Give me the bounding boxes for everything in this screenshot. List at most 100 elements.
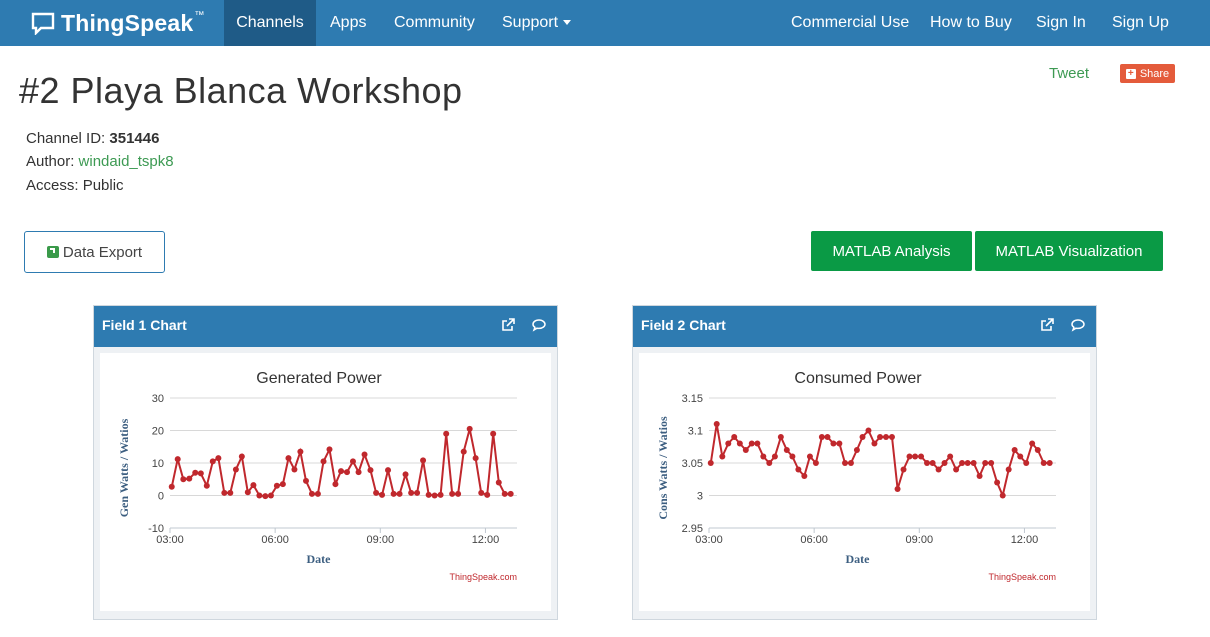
data-point (338, 468, 345, 475)
data-point (209, 458, 216, 465)
access-label: Access: (26, 177, 79, 194)
channel-id-label: Channel ID: (26, 130, 106, 147)
data-point (425, 491, 432, 498)
data-point (227, 489, 234, 496)
data-point (437, 491, 444, 498)
data-point (361, 451, 368, 458)
nav-apps[interactable]: Apps (316, 0, 380, 46)
data-point (168, 483, 175, 490)
brand-name: ThingSpeak (61, 9, 194, 36)
data-point (841, 460, 848, 466)
matlab-analysis-button[interactable]: MATLAB Analysis (811, 231, 972, 271)
data-point (731, 434, 738, 440)
export-arrow-icon (46, 246, 59, 258)
data-point (929, 460, 936, 466)
share-button[interactable]: + Share (1120, 64, 1175, 83)
data-point (349, 458, 356, 465)
data-point (1046, 460, 1053, 466)
data-point (964, 460, 971, 466)
y-tick-label: 3.05 (682, 458, 703, 470)
nav-community[interactable]: Community (380, 0, 489, 46)
data-point (238, 453, 245, 460)
data-point (818, 434, 825, 440)
data-point (1040, 460, 1047, 466)
panel-title: Field 1 Chart (102, 317, 187, 333)
chart-credit: ThingSpeak.com (449, 572, 517, 582)
data-point (279, 481, 286, 488)
data-point (824, 434, 831, 440)
caret-down-icon (563, 20, 572, 26)
data-point (501, 490, 508, 497)
data-point (1011, 447, 1018, 453)
data-point (232, 466, 239, 473)
tweet-link[interactable]: Tweet (1049, 65, 1089, 82)
data-point (192, 469, 199, 476)
data-point (871, 440, 878, 447)
data-point (865, 427, 872, 434)
y-tick-label: 3.15 (682, 393, 703, 405)
data-point (924, 460, 931, 466)
y-axis-label: Gen Watts / Watios (117, 418, 131, 517)
external-link-icon[interactable] (500, 317, 516, 333)
data-point (507, 490, 514, 497)
data-point (262, 493, 269, 500)
nav-sign-up[interactable]: Sign Up (1098, 0, 1183, 46)
channel-title: #2 Playa Blanca Workshop (19, 70, 463, 111)
data-point (883, 434, 890, 440)
external-link-icon[interactable] (1039, 317, 1055, 333)
x-axis-label: Date (846, 552, 871, 566)
data-point (484, 491, 491, 498)
data-point (906, 453, 913, 460)
data-point (1023, 460, 1030, 466)
data-point (976, 473, 983, 479)
data-point (742, 447, 749, 453)
data-point (396, 490, 403, 497)
nav-channels[interactable]: Channels (224, 0, 316, 46)
data-point (941, 460, 948, 466)
data-point (877, 434, 884, 440)
x-tick-label: 03:00 (695, 534, 723, 546)
nav-support[interactable]: Support (488, 0, 585, 46)
nav-commercial-use[interactable]: Commercial Use (777, 0, 923, 46)
data-point (912, 453, 919, 460)
access-value: Public (82, 177, 124, 194)
comment-icon[interactable] (531, 317, 547, 333)
x-tick-label: 03:00 (156, 534, 184, 546)
data-point (390, 490, 397, 497)
data-point (297, 448, 304, 455)
nav-how-to-buy[interactable]: How to Buy (916, 0, 1026, 46)
chart-title: Generated Power (256, 370, 382, 387)
thingspeak-logo[interactable]: ThingSpeak ™ (31, 7, 204, 39)
author-label: Author: (26, 153, 75, 170)
data-point (291, 466, 298, 473)
data-point (836, 440, 843, 447)
data-point (273, 482, 280, 489)
data-point (197, 470, 204, 477)
data-point (707, 460, 714, 466)
data-point (853, 447, 860, 453)
data-point (408, 489, 415, 496)
top-navbar: ThingSpeak ™ Channels Apps Community Supp… (0, 0, 1210, 46)
nav-sign-in[interactable]: Sign In (1022, 0, 1100, 46)
data-point (713, 421, 720, 427)
consumed-power-chart: Consumed Power2.9533.053.13.1503:00 06:00… (656, 370, 1056, 582)
data-point (888, 434, 895, 440)
data-point (495, 479, 502, 486)
data-point (244, 489, 251, 496)
data-point (466, 425, 473, 432)
data-point (308, 490, 315, 497)
comment-icon[interactable] (1070, 317, 1086, 333)
author-link[interactable]: windaid_tspk8 (79, 153, 174, 170)
data-point (344, 469, 351, 476)
field-1-chart-area: Generated Power -10 0 10 20 30 03:00 06:00 09:00… (100, 353, 551, 611)
panel-title: Field 2 Chart (641, 317, 726, 333)
data-point (801, 473, 808, 479)
x-tick-label: 06:00 (261, 534, 289, 546)
matlab-visualization-button[interactable]: MATLAB Visualization (975, 231, 1163, 271)
chart-title: Consumed Power (794, 370, 922, 387)
data-export-button[interactable]: Data Export (24, 231, 165, 273)
y-tick-label: 10 (152, 458, 164, 470)
y-tick-label: 30 (152, 393, 164, 405)
data-point (1034, 447, 1041, 453)
data-point (285, 455, 292, 462)
